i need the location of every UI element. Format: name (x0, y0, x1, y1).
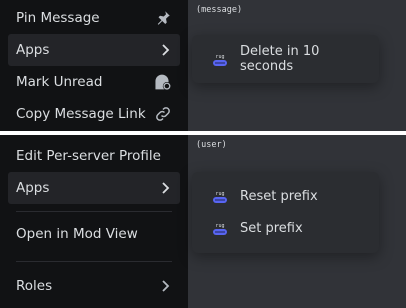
menu-item-apps[interactable]: Apps (8, 172, 180, 204)
submenu-item-reset-prefix[interactable]: rug Reset prefix (200, 180, 371, 212)
menu-item-apps[interactable]: Apps (8, 34, 180, 66)
chevron-right-icon (160, 279, 172, 293)
svg-text:rug: rug (215, 191, 224, 197)
pin-icon (154, 9, 172, 27)
mark-unread-icon (152, 73, 172, 91)
menu-item-open-in-mod-view[interactable]: Open in Mod View (8, 218, 180, 250)
svg-text:rug: rug (215, 223, 224, 229)
submenu-item-label: Set prefix (240, 220, 303, 236)
menu-item-label: Open in Mod View (16, 226, 138, 242)
bot-avatar-icon: rug (212, 220, 228, 236)
user-context-menu: Edit Per-server Profile Apps Open in Mod… (0, 135, 188, 308)
menu-item-label: Apps (16, 180, 50, 196)
menu-item-copy-message-link[interactable]: Copy Message Link (8, 98, 180, 130)
link-icon (154, 105, 172, 123)
menu-item-label: Roles (16, 278, 53, 294)
menu-item-mark-unread[interactable]: Mark Unread (8, 66, 180, 98)
submenu-item-label: Delete in 10 seconds (240, 44, 320, 74)
bot-avatar-icon: rug (212, 51, 228, 67)
menu-item-edit-per-server-profile[interactable]: Edit Per-server Profile (8, 140, 180, 172)
bot-avatar-icon: rug (212, 188, 228, 204)
chevron-right-icon (160, 43, 172, 57)
menu-separator (16, 211, 172, 212)
submenu-item-label: Reset prefix (240, 188, 318, 204)
message-context-panel: Pin Message Apps Mark Unread Copy Messag… (0, 0, 406, 131)
submenu-item-set-prefix[interactable]: rug Set prefix (200, 212, 371, 244)
apps-submenu: rug Delete in 10 seconds (192, 35, 379, 83)
menu-item-label: Apps (16, 42, 50, 58)
svg-text:rug: rug (215, 54, 224, 60)
menu-item-label: Pin Message (16, 10, 100, 26)
menu-separator (16, 261, 172, 262)
menu-item-pin-message[interactable]: Pin Message (8, 2, 180, 34)
apps-submenu: rug Reset prefix rug Set prefix (192, 172, 379, 253)
menu-item-label: Copy Message Link (16, 106, 146, 122)
context-tag: (message) (196, 5, 243, 15)
user-context-panel: Edit Per-server Profile Apps Open in Mod… (0, 135, 406, 308)
menu-item-label: Mark Unread (16, 74, 103, 90)
context-tag: (user) (196, 140, 227, 150)
chevron-right-icon (160, 181, 172, 195)
menu-item-roles[interactable]: Roles (8, 270, 180, 302)
message-context-menu: Pin Message Apps Mark Unread Copy Messag… (0, 0, 188, 131)
menu-item-label: Edit Per-server Profile (16, 148, 161, 164)
submenu-item-delete-in-10-seconds[interactable]: rug Delete in 10 seconds (200, 43, 371, 75)
